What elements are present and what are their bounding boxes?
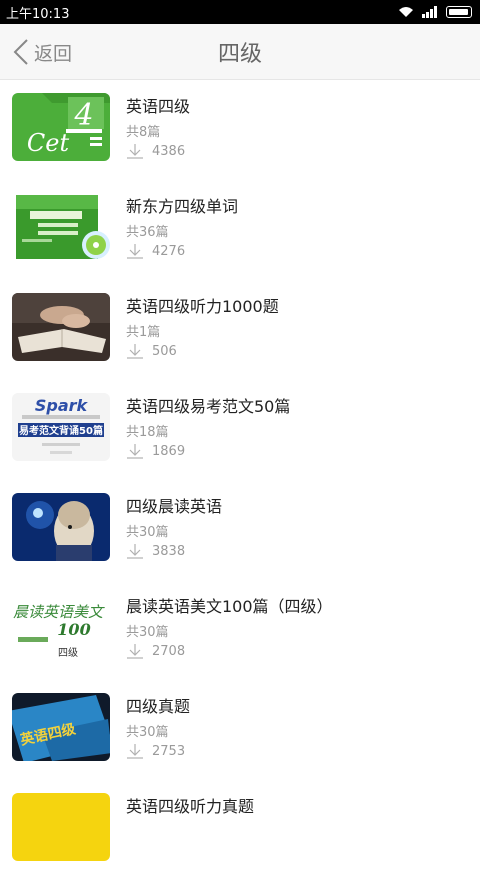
download-icon [127, 544, 143, 559]
cover-number: 4 [73, 98, 93, 133]
signal-icon [422, 6, 437, 18]
item-title: 英语四级 [126, 97, 191, 116]
item-downloads: 4276 [126, 243, 185, 259]
book-cover-xdf [12, 193, 110, 261]
status-bar: 上午10:13 [0, 0, 480, 24]
book-cover-yellow [12, 793, 110, 861]
back-button[interactable]: 返回 [12, 24, 72, 80]
download-count: 1869 [152, 443, 186, 459]
cover-spark-banner: 易考范文背诵50篇 [19, 424, 103, 437]
book-cover-anime [12, 493, 110, 561]
chevron-left-icon [13, 39, 28, 65]
book-cover-zhenti: 英语四级 [12, 693, 110, 761]
list-item[interactable]: 晨读英语美文 100 四级 晨读英语美文100篇（四级） 共30篇 2708 [0, 581, 480, 681]
battery-icon [446, 6, 472, 18]
item-downloads: 2708 [126, 643, 185, 659]
item-count: 共30篇 [126, 625, 169, 640]
book-cover-hands [12, 293, 110, 361]
item-count: 共1篇 [126, 325, 161, 340]
item-title: 晨读英语美文100篇（四级） [126, 597, 333, 616]
book-list: 4 Cet 英语四级 共8篇 4386 新东方四级单词 共36篇 4276 英语… [0, 81, 480, 881]
item-title: 英语四级易考范文50篇 [126, 397, 291, 416]
item-downloads: 4386 [126, 143, 185, 159]
back-label: 返回 [34, 42, 73, 65]
download-icon [127, 644, 143, 659]
list-item[interactable]: 英语四级 四级真题 共30篇 2753 [0, 681, 480, 781]
item-count: 共8篇 [126, 125, 161, 140]
download-icon [127, 744, 143, 759]
cover-spark-text: Spark [35, 396, 89, 415]
download-icon [127, 144, 143, 159]
list-item[interactable]: 英语四级听力1000题 共1篇 506 [0, 281, 480, 381]
book-cover-cet4: 4 Cet [12, 93, 110, 161]
item-downloads: 2753 [126, 743, 185, 759]
download-count: 4386 [152, 143, 186, 159]
item-count: 共36篇 [126, 225, 169, 240]
cover-chendu-num: 100 [57, 620, 90, 639]
download-icon [127, 244, 143, 259]
item-title: 英语四级听力1000题 [126, 297, 279, 316]
list-item[interactable]: 四级晨读英语 共30篇 3838 [0, 481, 480, 581]
download-count: 2708 [152, 643, 186, 659]
item-count: 共18篇 [126, 425, 169, 440]
nav-bar: 返回 四级 [0, 24, 480, 80]
list-item[interactable]: 4 Cet 英语四级 共8篇 4386 [0, 81, 480, 181]
status-time: 上午10:13 [6, 6, 70, 22]
download-icon [127, 344, 143, 359]
book-cover-chendu: 晨读英语美文 100 四级 [12, 593, 110, 661]
item-title: 新东方四级单词 [126, 197, 239, 216]
list-item[interactable]: 新东方四级单词 共36篇 4276 [0, 181, 480, 281]
list-item[interactable]: 英语四级听力真题 [0, 781, 480, 881]
download-count: 4276 [152, 243, 186, 259]
wifi-icon [399, 7, 413, 17]
item-count: 共30篇 [126, 525, 169, 540]
cover-chendu-text: 晨读英语美文 [13, 603, 105, 621]
item-downloads: 506 [126, 343, 177, 359]
download-icon [127, 444, 143, 459]
item-count: 共30篇 [126, 725, 169, 740]
item-title: 四级晨读英语 [126, 497, 223, 516]
book-cover-spark: Spark 易考范文背诵50篇 [12, 393, 110, 461]
cover-chendu-level: 四级 [58, 647, 78, 659]
item-title: 英语四级听力真题 [126, 797, 255, 816]
cover-text: Cet [27, 129, 70, 157]
download-count: 2753 [152, 743, 186, 759]
download-count: 3838 [152, 543, 186, 559]
item-downloads: 1869 [126, 443, 185, 459]
list-item[interactable]: Spark 易考范文背诵50篇 英语四级易考范文50篇 共18篇 1869 [0, 381, 480, 481]
item-title: 四级真题 [126, 697, 191, 716]
download-count: 506 [152, 343, 177, 359]
item-downloads: 3838 [126, 543, 185, 559]
status-icons [398, 6, 472, 18]
